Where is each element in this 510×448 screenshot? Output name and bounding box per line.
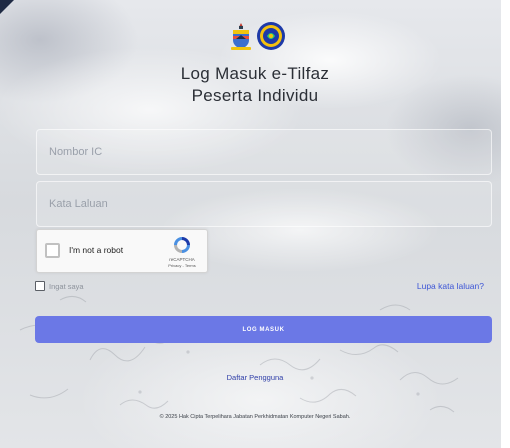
recaptcha-checkbox[interactable] <box>45 243 60 258</box>
jabatan-emblem-logo <box>257 22 285 50</box>
forgot-password-link[interactable]: Lupa kata laluan? <box>417 281 484 291</box>
register-link[interactable]: Daftar Pengguna <box>0 373 510 382</box>
recaptcha-links[interactable]: Privacy - Terms <box>162 263 202 268</box>
logo-row <box>230 21 286 51</box>
login-button[interactable]: LOG MASUK <box>35 316 492 343</box>
page-subtitle: Peserta Individu <box>191 86 319 105</box>
remember-me[interactable]: Ingat saya <box>35 281 84 291</box>
remember-checkbox[interactable] <box>35 281 45 291</box>
remember-label: Ingat saya <box>49 281 84 291</box>
corner-accent <box>0 0 14 14</box>
recaptcha-label: I'm not a robot <box>69 245 124 255</box>
recaptcha-brand: reCAPTCHA <box>169 257 195 262</box>
password-field[interactable]: Kata Laluan <box>36 181 492 227</box>
recaptcha-widget: I'm not a robot reCAPTCHA Privacy - Term… <box>36 229 208 273</box>
sabah-crest-logo <box>231 23 251 50</box>
page-title: Log Masuk e-Tilfaz <box>180 64 330 83</box>
ic-number-field[interactable]: Nombor IC <box>36 129 492 175</box>
recaptcha-icon <box>174 237 190 253</box>
copyright-text: © 2025 Hak Cipta Terpelihara Jabatan Per… <box>159 414 351 420</box>
